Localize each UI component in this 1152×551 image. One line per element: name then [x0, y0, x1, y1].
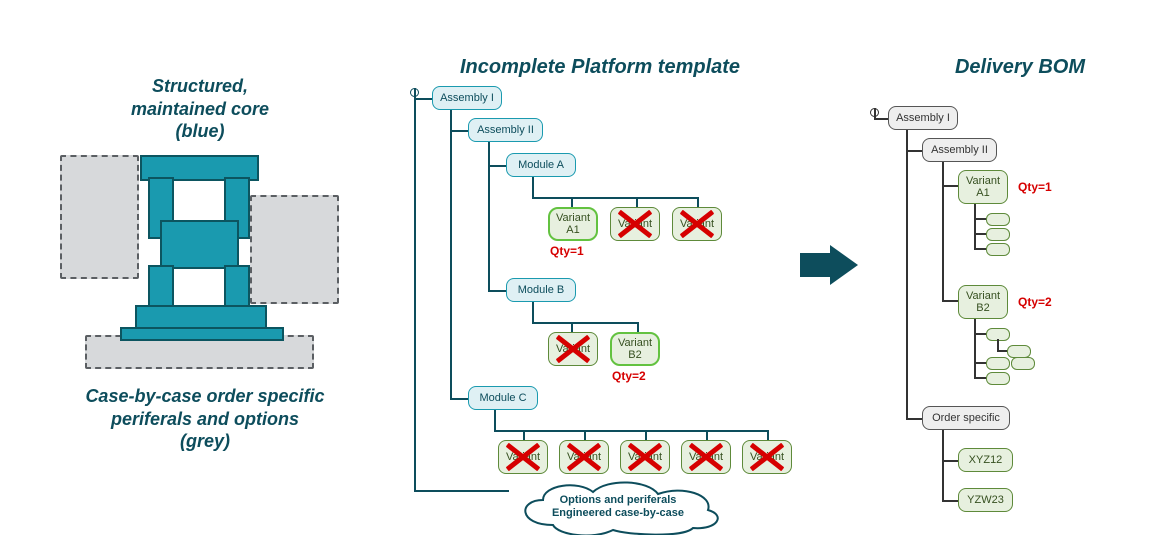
label-left-bottom: Case-by-case order specific periferals a…: [55, 385, 355, 453]
node-assembly-2: Assembly II: [922, 138, 997, 162]
node-variant-a1: Variant A1: [548, 207, 598, 241]
teal-core: [120, 327, 284, 341]
qty-b2: Qty=2: [612, 369, 646, 383]
node-xyz12: XYZ12: [958, 448, 1013, 472]
node-variant-c: Variant: [620, 440, 670, 474]
node-sub: [986, 372, 1010, 385]
node-variant-c: Variant: [681, 440, 731, 474]
node-variant-c: Variant: [498, 440, 548, 474]
node-variant-a1: Variant A1: [958, 170, 1008, 204]
qty-b2: Qty=2: [1018, 295, 1052, 309]
grey-peripheral: [60, 155, 139, 279]
node-sub: [986, 228, 1010, 241]
node-assembly-1: Assembly I: [432, 86, 502, 110]
node-sub: [986, 213, 1010, 226]
node-sub: [986, 243, 1010, 256]
cloud-line1: Options and periferals: [560, 494, 677, 506]
options-cloud: Options and periferals Engineered case-b…: [508, 480, 728, 535]
teal-core: [224, 265, 250, 309]
node-order-specific: Order specific: [922, 406, 1010, 430]
node-variant-c: Variant: [742, 440, 792, 474]
qty-a1: Qty=1: [550, 244, 584, 258]
node-variant-b2: Variant B2: [958, 285, 1008, 319]
node-assembly-2: Assembly II: [468, 118, 543, 142]
node-assembly-1: Assembly I: [888, 106, 958, 130]
title-right: Delivery BOM: [930, 55, 1110, 79]
node-sub: [1011, 357, 1035, 370]
template-tree: Assembly I Assembly II Module A Variant …: [410, 80, 820, 510]
node-variant-a3: Variant: [672, 207, 722, 241]
node-module-c: Module C: [468, 386, 538, 410]
node-module-b: Module B: [506, 278, 576, 302]
node-sub: [986, 357, 1010, 370]
qty-a1: Qty=1: [1018, 180, 1052, 194]
grey-peripheral: [250, 195, 339, 304]
node-variant-b1: Variant: [548, 332, 598, 366]
delivery-tree: Assembly I Assembly II Variant A1 Qty=1 …: [870, 100, 1130, 520]
node-yzw23: YZW23: [958, 488, 1013, 512]
node-variant-a2: Variant: [610, 207, 660, 241]
teal-core: [160, 220, 239, 269]
title-center: Incomplete Platform template: [450, 55, 750, 79]
core-illustration: [60, 150, 340, 370]
node-variant-b2: Variant B2: [610, 332, 660, 366]
node-module-a: Module A: [506, 153, 576, 177]
label-left-top: Structured, maintained core (blue): [90, 75, 310, 143]
node-variant-c: Variant: [559, 440, 609, 474]
cloud-line2: Engineered case-by-case: [552, 507, 684, 519]
teal-core: [148, 265, 174, 309]
